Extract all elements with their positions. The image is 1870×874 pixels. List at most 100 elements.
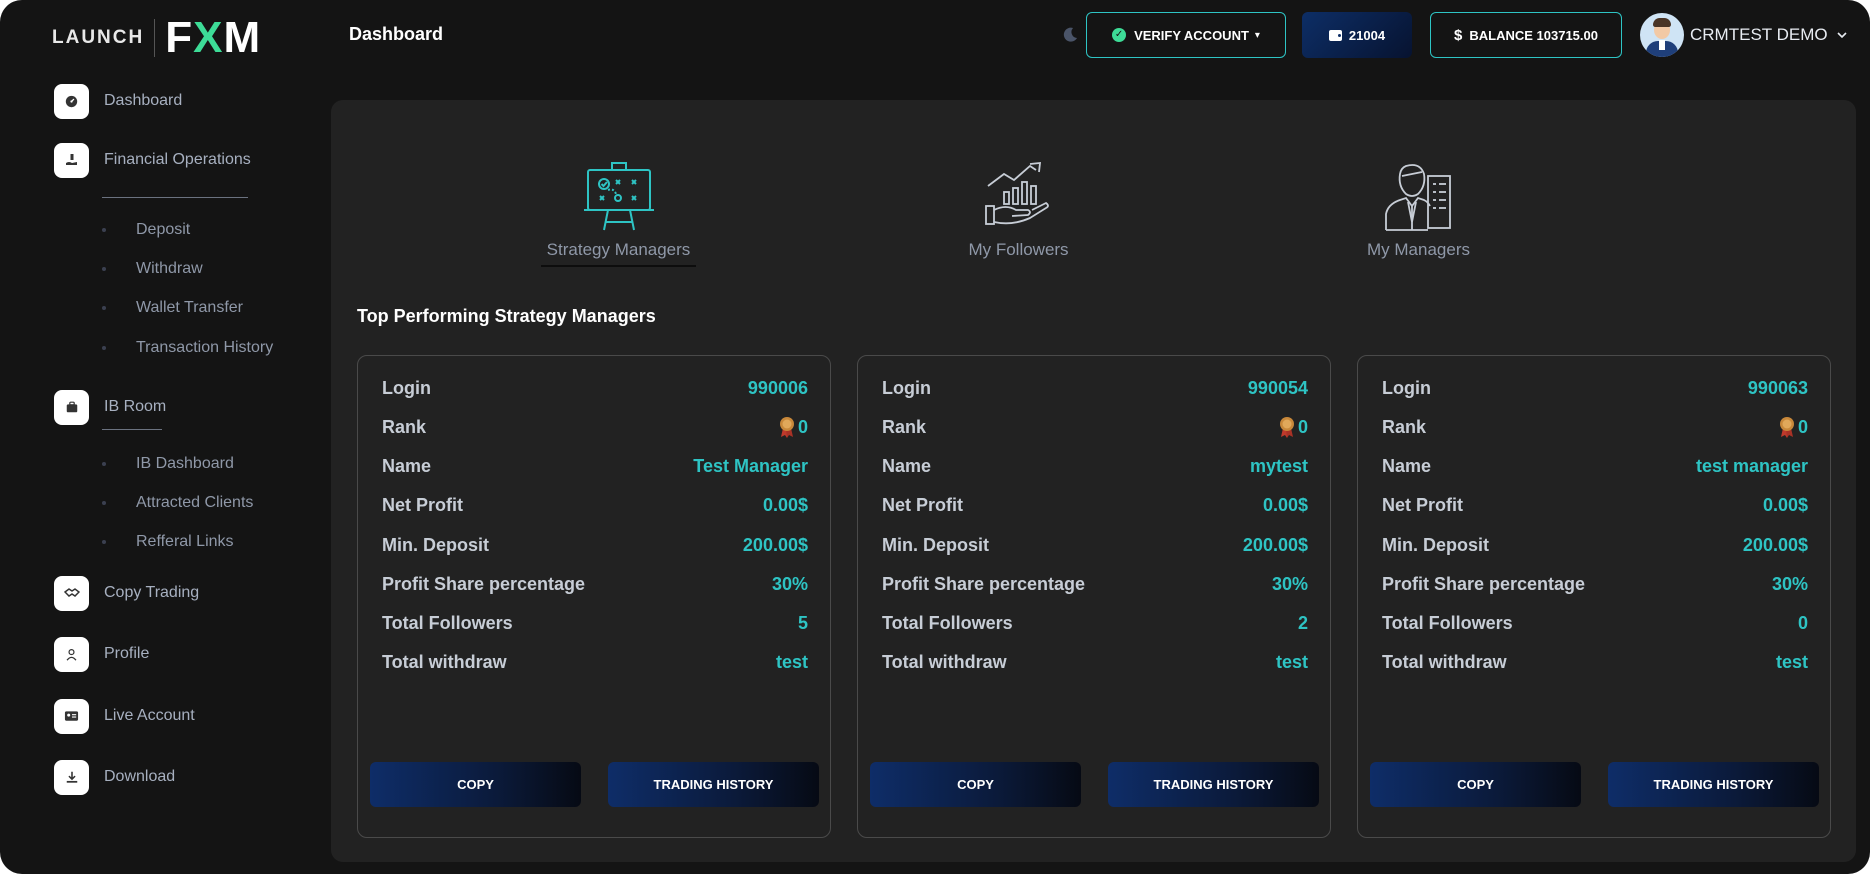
trading-history-button[interactable]: TRADING HISTORY [1608, 762, 1819, 807]
bullet-dot [102, 267, 106, 271]
user-menu[interactable]: CRMTEST DEMO [1640, 12, 1848, 58]
medal-icon [1779, 417, 1794, 438]
balance-label: BALANCE 103715.00 [1469, 27, 1598, 43]
row-profit-share: Profit Share percentage 30% [882, 572, 1308, 596]
medal-icon [779, 417, 794, 438]
row-label: Name [882, 455, 932, 476]
medal-icon [1279, 417, 1294, 438]
logo-fxm-text: FXM [165, 16, 261, 60]
rank-value: 0 [1778, 416, 1808, 438]
net-profit-value: 0.00$ [762, 494, 808, 515]
id-card-icon [54, 698, 89, 734]
hand-money-icon [54, 142, 89, 178]
sidebar-subitem-label: Refferal Links [136, 533, 234, 550]
app-window: LAUNCH FXM Dashboard Financial Operation… [0, 0, 1870, 874]
row-label: Total Followers [1382, 612, 1513, 633]
row-net-profit: Net Profit 0.00$ [1382, 493, 1808, 517]
user-name: CRMTEST DEMO [1690, 25, 1828, 44]
copy-button[interactable]: COPY [870, 762, 1081, 807]
row-label: Total Followers [882, 612, 1013, 633]
sidebar-item-ib-room[interactable]: IB Room [54, 389, 166, 425]
logo-launch-text: LAUNCH [52, 27, 145, 48]
row-label: Total withdraw [882, 651, 1007, 672]
row-min-deposit: Min. Deposit 200.00$ [382, 533, 808, 557]
net-profit-value: 0.00$ [1762, 494, 1808, 515]
bullet-dot [102, 540, 106, 544]
bullet-dot [102, 346, 106, 350]
tab-strategy-managers[interactable]: Strategy Managers [541, 160, 696, 260]
sidebar-item-financial-operations[interactable]: Financial Operations [54, 142, 251, 178]
row-total-followers: Total Followers 0 [1382, 611, 1808, 635]
sidebar-subitem-label: Withdraw [136, 260, 203, 277]
sidebar-item-download[interactable]: Download [54, 759, 175, 795]
financial-underline [102, 197, 248, 198]
copy-button[interactable]: COPY [1370, 762, 1581, 807]
row-label: Total withdraw [1382, 651, 1507, 672]
login-value: 990054 [1247, 377, 1308, 398]
sidebar-subitem-transaction-history[interactable]: Transaction History [102, 336, 273, 360]
row-total-withdraw: Total withdraw test [882, 650, 1308, 674]
tab-my-managers[interactable]: My Managers [1341, 160, 1496, 260]
sidebar-subitem-withdraw[interactable]: Withdraw [102, 257, 203, 281]
sidebar-subitem-label: Transaction History [136, 339, 274, 356]
login-value: 990063 [1747, 377, 1808, 398]
manager-card: Login 990006 Rank 0 Name Test Manager Net P… [357, 355, 831, 838]
brand-logo[interactable]: LAUNCH FXM [52, 16, 261, 60]
followers-value: 0 [1797, 612, 1808, 633]
moon-icon[interactable] [1061, 26, 1079, 44]
rank-number: 0 [797, 416, 808, 437]
copy-button[interactable]: COPY [370, 762, 581, 807]
followers-value: 2 [1297, 612, 1308, 633]
sidebar-subitem-wallet-transfer[interactable]: Wallet Transfer [102, 296, 243, 320]
row-label: Min. Deposit [382, 534, 489, 555]
verify-account-label: VERIFY ACCOUNT [1134, 27, 1249, 43]
rank-value: 0 [1278, 416, 1308, 438]
strategy-board-icon [583, 162, 654, 231]
sidebar-subitem-attracted-clients[interactable]: Attracted Clients [102, 491, 253, 515]
withdraw-value: test [1275, 651, 1308, 672]
wallet-button[interactable]: 21004 [1302, 12, 1412, 58]
row-label: Name [382, 455, 432, 476]
sidebar-item-label: Profile [104, 645, 150, 662]
row-rank: Rank 0 [882, 415, 1308, 439]
rank-value: 0 [778, 416, 808, 438]
sidebar-item-profile[interactable]: Profile [54, 636, 149, 672]
followers-value: 5 [797, 612, 808, 633]
trading-history-button[interactable]: TRADING HISTORY [608, 762, 819, 807]
profit-share-value: 30% [1271, 573, 1308, 594]
profit-share-value: 30% [771, 573, 808, 594]
row-label: Name [1382, 455, 1432, 476]
net-profit-value: 0.00$ [1262, 494, 1308, 515]
tab-my-followers[interactable]: My Followers [941, 160, 1096, 260]
caret-down-icon: ▾ [1254, 29, 1260, 41]
row-login: Login 990006 [382, 376, 808, 400]
rank-number: 0 [1797, 416, 1808, 437]
row-label: Net Profit [1382, 494, 1463, 515]
row-total-withdraw: Total withdraw test [1382, 650, 1808, 674]
row-label: Net Profit [882, 494, 963, 515]
sidebar-item-live-account[interactable]: Live Account [54, 698, 195, 734]
balance-button[interactable]: $ BALANCE 103715.00 [1430, 12, 1622, 58]
row-name: Name Test Manager [382, 454, 808, 478]
dollar-icon: $ [1454, 26, 1463, 44]
trading-history-button[interactable]: TRADING HISTORY [1108, 762, 1319, 807]
sidebar-subitem-label: IB Dashboard [136, 455, 234, 472]
active-tab-underline [541, 265, 696, 267]
section-title: Top Performing Strategy Managers [357, 306, 656, 326]
row-label: Min. Deposit [882, 534, 989, 555]
sidebar-subitem-deposit[interactable]: Deposit [102, 218, 190, 242]
sidebar-subitem-ib-dashboard[interactable]: IB Dashboard [102, 452, 234, 476]
sidebar-item-dashboard[interactable]: Dashboard [54, 83, 182, 119]
manager-card: Login 990054 Rank 0 Name mytest Net Profit 0… [857, 355, 1331, 838]
sidebar-subitem-referral-links[interactable]: Refferal Links [102, 530, 234, 554]
verify-account-button[interactable]: ✓ VERIFY ACCOUNT ▾ [1086, 12, 1286, 58]
sidebar-item-copy-trading[interactable]: Copy Trading [54, 575, 199, 611]
row-label: Login [382, 377, 431, 398]
tab-label: My Managers [1367, 240, 1470, 259]
row-label: Min. Deposit [1382, 534, 1489, 555]
logo-divider [154, 19, 156, 57]
withdraw-value: test [1775, 651, 1808, 672]
briefcase-icon [54, 389, 89, 425]
manager-card: Login 990063 Rank 0 Name test manager Net P… [1357, 355, 1831, 838]
speedometer-icon [54, 83, 89, 119]
